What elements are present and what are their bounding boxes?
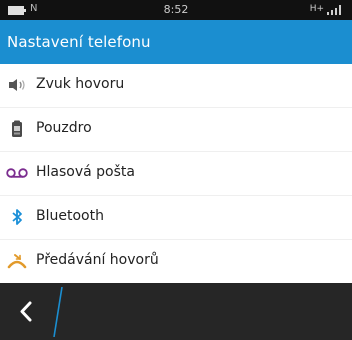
voicemail-icon xyxy=(6,162,28,184)
back-button[interactable] xyxy=(0,283,56,340)
settings-list: Zvuk hovoru Pouzdro Hlasová pošta Blueto… xyxy=(0,64,352,284)
title-bar: Nastavení telefonu xyxy=(0,20,352,64)
list-item-bluetooth[interactable]: Bluetooth xyxy=(0,196,352,240)
list-item-pouzdro[interactable]: Pouzdro xyxy=(0,108,352,152)
signal-icon xyxy=(327,5,341,15)
holster-icon xyxy=(6,118,28,140)
list-item-label: Pouzdro xyxy=(36,120,92,136)
chevron-left-icon xyxy=(20,301,32,322)
list-item-label: Zvuk hovoru xyxy=(36,76,125,92)
clock: 8:52 xyxy=(163,3,189,16)
list-item-label: Bluetooth xyxy=(36,208,104,224)
divider-slash xyxy=(53,287,63,337)
list-item-zvuk-hovoru[interactable]: Zvuk hovoru xyxy=(0,64,352,108)
speaker-icon xyxy=(6,74,28,96)
status-bar: N 8:52 H+ xyxy=(0,0,352,20)
page-title: Nastavení telefonu xyxy=(7,33,151,51)
network-type: H+ xyxy=(309,4,324,14)
bluetooth-icon xyxy=(6,206,28,228)
action-bar xyxy=(0,283,352,340)
list-item-predavani-hovoru[interactable]: Předávání hovorů xyxy=(0,240,352,284)
list-item-hlasova-posta[interactable]: Hlasová pošta xyxy=(0,152,352,196)
list-item-label: Předávání hovorů xyxy=(36,252,159,268)
list-item-label: Hlasová pošta xyxy=(36,164,135,180)
call-forwarding-icon xyxy=(6,250,28,272)
